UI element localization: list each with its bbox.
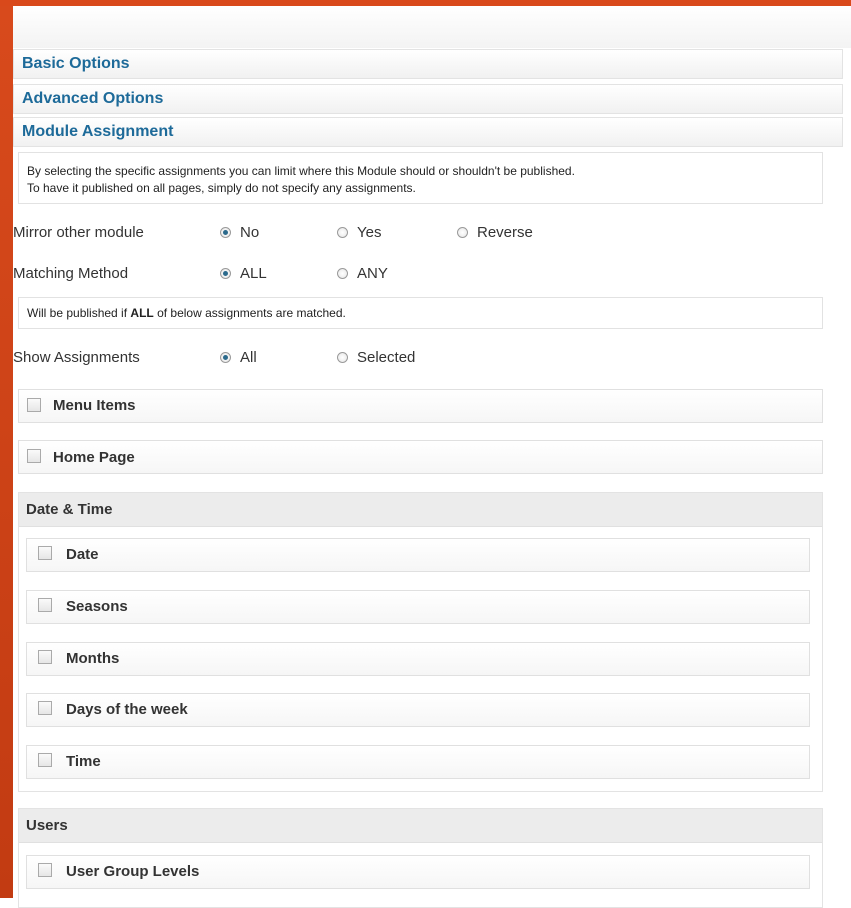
radio-checked-icon bbox=[220, 227, 231, 238]
panel-module-assignment[interactable]: Module Assignment bbox=[13, 117, 843, 147]
seasons-checkbox[interactable] bbox=[38, 598, 52, 612]
show-option-selected: Selected bbox=[357, 349, 416, 366]
intro-line-1: By selecting the specific assignments yo… bbox=[27, 164, 575, 178]
matching-radio-any[interactable]: ANY bbox=[337, 265, 388, 282]
panel-basic-options[interactable]: Basic Options bbox=[13, 49, 843, 79]
matching-note-suffix: of below assignments are matched. bbox=[157, 306, 346, 320]
matching-note-bold: ALL bbox=[130, 306, 154, 320]
intro-info-box: By selecting the specific assignments yo… bbox=[18, 152, 823, 204]
mirror-label: Mirror other module bbox=[13, 224, 144, 241]
matching-note-box: Will be published if ALL of below assign… bbox=[18, 297, 823, 329]
user-group-levels-checkbox[interactable] bbox=[38, 863, 52, 877]
months-label: Months bbox=[66, 650, 120, 667]
seasons-label: Seasons bbox=[66, 598, 128, 615]
matching-option-any: ANY bbox=[357, 265, 388, 282]
home-page-row bbox=[18, 440, 823, 474]
menu-items-checkbox[interactable] bbox=[27, 398, 41, 412]
days-of-week-checkbox[interactable] bbox=[38, 701, 52, 715]
toolbar-area bbox=[13, 6, 851, 48]
days-of-week-label: Days of the week bbox=[66, 701, 188, 718]
users-title: Users bbox=[19, 809, 822, 843]
time-row bbox=[26, 745, 810, 779]
date-row bbox=[26, 538, 810, 572]
show-assignments-label: Show Assignments bbox=[13, 349, 140, 366]
mirror-radio-yes[interactable]: Yes bbox=[337, 224, 381, 241]
time-checkbox[interactable] bbox=[38, 753, 52, 767]
date-label: Date bbox=[66, 546, 99, 563]
radio-unchecked-icon bbox=[337, 268, 348, 279]
mirror-option-yes: Yes bbox=[357, 224, 382, 241]
radio-unchecked-icon bbox=[337, 227, 348, 238]
panel-basic-options-label: Basic Options bbox=[22, 55, 130, 72]
panel-advanced-options[interactable]: Advanced Options bbox=[13, 84, 843, 114]
matching-label: Matching Method bbox=[13, 265, 129, 282]
mirror-radio-reverse[interactable]: Reverse bbox=[457, 224, 533, 241]
mirror-option-no: No bbox=[240, 224, 260, 241]
panel-advanced-options-label: Advanced Options bbox=[22, 90, 164, 107]
user-group-levels-label: User Group Levels bbox=[66, 863, 200, 880]
seasons-row bbox=[26, 590, 810, 624]
show-radio-all[interactable]: All bbox=[220, 349, 257, 366]
menu-items-label: Menu Items bbox=[53, 397, 136, 414]
mirror-radio-no[interactable]: No bbox=[220, 224, 259, 241]
matching-option-all: ALL bbox=[240, 265, 267, 282]
matching-note-prefix: Will be published if bbox=[27, 306, 128, 320]
radio-checked-icon bbox=[220, 352, 231, 363]
panel-module-assignment-label: Module Assignment bbox=[22, 123, 174, 140]
radio-unchecked-icon bbox=[457, 227, 468, 238]
show-radio-selected[interactable]: Selected bbox=[337, 349, 415, 366]
radio-checked-icon bbox=[220, 268, 231, 279]
left-accent-bar bbox=[0, 0, 13, 898]
radio-unchecked-icon bbox=[337, 352, 348, 363]
intro-line-2: To have it published on all pages, simpl… bbox=[27, 181, 416, 195]
matching-radio-all[interactable]: ALL bbox=[220, 265, 267, 282]
home-page-checkbox[interactable] bbox=[27, 449, 41, 463]
date-checkbox[interactable] bbox=[38, 546, 52, 560]
months-checkbox[interactable] bbox=[38, 650, 52, 664]
show-option-all: All bbox=[240, 349, 257, 366]
menu-items-row bbox=[18, 389, 823, 423]
time-label: Time bbox=[66, 753, 101, 770]
date-time-title: Date & Time bbox=[19, 493, 822, 527]
months-row bbox=[26, 642, 810, 676]
mirror-option-reverse: Reverse bbox=[477, 224, 533, 241]
home-page-label: Home Page bbox=[53, 449, 135, 466]
